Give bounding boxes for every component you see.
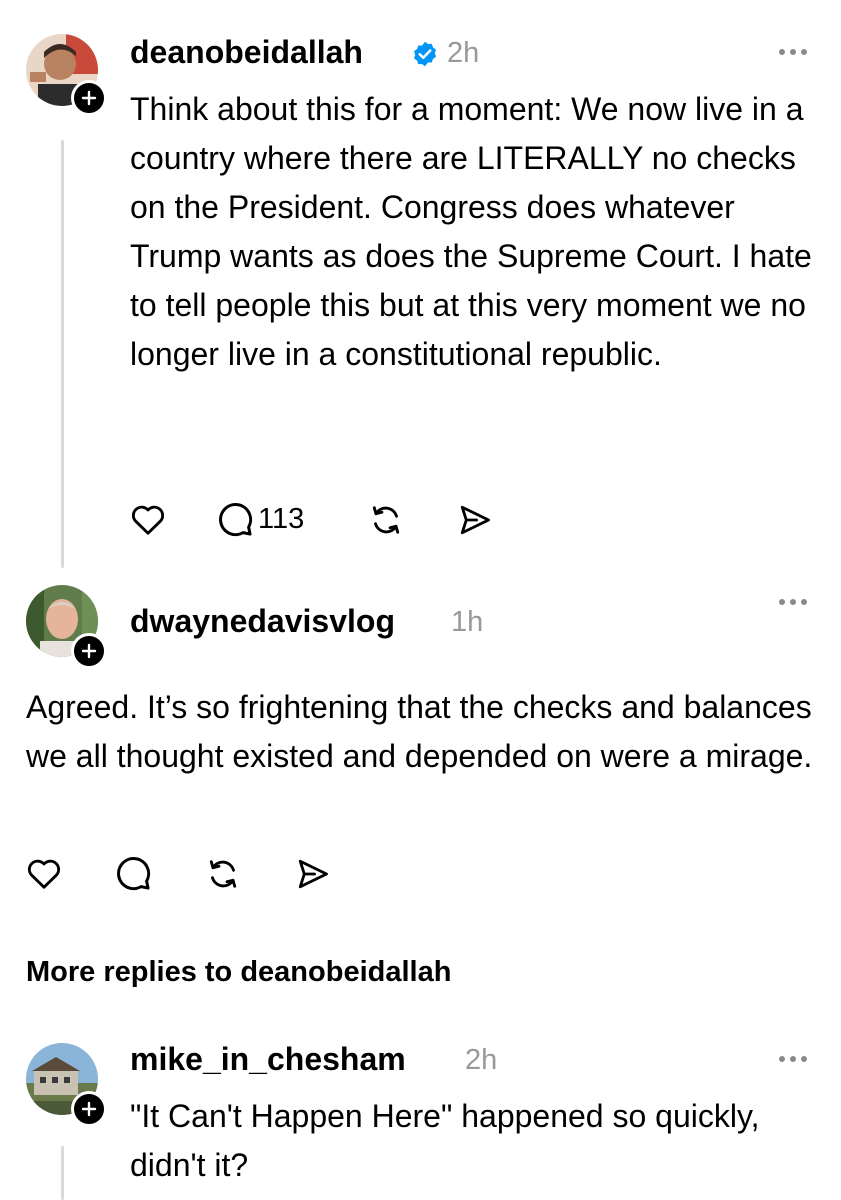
more-icon[interactable] — [778, 597, 808, 607]
repost-icon — [372, 506, 400, 534]
verified-icon — [414, 41, 436, 67]
follow-button[interactable] — [71, 633, 107, 669]
follow-button[interactable] — [71, 1091, 107, 1127]
plus-icon — [81, 90, 97, 106]
repost-button[interactable] — [205, 856, 241, 892]
repost-button[interactable] — [368, 502, 404, 538]
username[interactable]: mike_in_chesham — [130, 1041, 406, 1078]
post-text: Agreed. It’s so frightening that the che… — [26, 689, 813, 774]
repost-icon — [209, 860, 237, 888]
username[interactable]: dwaynedavisvlog — [130, 603, 395, 640]
username[interactable]: deanobeidallah — [130, 34, 363, 71]
like-button[interactable] — [130, 502, 166, 536]
follow-button[interactable] — [71, 80, 107, 116]
comment-icon — [219, 503, 253, 537]
more-icon[interactable] — [778, 47, 808, 57]
share-icon — [460, 505, 490, 535]
plus-icon — [81, 643, 97, 659]
comment-icon — [117, 857, 151, 891]
more-icon[interactable] — [778, 1054, 808, 1064]
heart-icon — [132, 505, 164, 535]
post-text: "It Can't Happen Here" happened so quick… — [130, 1098, 760, 1183]
timestamp: 1h — [451, 606, 484, 638]
comment-button[interactable] — [114, 854, 152, 892]
comment-button[interactable]: 113 — [216, 500, 304, 538]
post-text: Think about this for a moment: We now li… — [130, 91, 812, 372]
share-button[interactable] — [294, 856, 332, 892]
like-button[interactable] — [26, 856, 62, 890]
reply-count: 113 — [258, 502, 305, 535]
thread-line — [61, 140, 64, 568]
timestamp: 2h — [465, 1044, 498, 1076]
plus-icon — [81, 1101, 97, 1117]
share-icon — [298, 859, 328, 889]
heart-icon — [28, 859, 60, 889]
share-button[interactable] — [456, 502, 494, 538]
timestamp: 2h — [447, 37, 480, 69]
more-replies-heading: More replies to deanobeidallah — [26, 956, 452, 988]
thread-line — [61, 1146, 64, 1200]
